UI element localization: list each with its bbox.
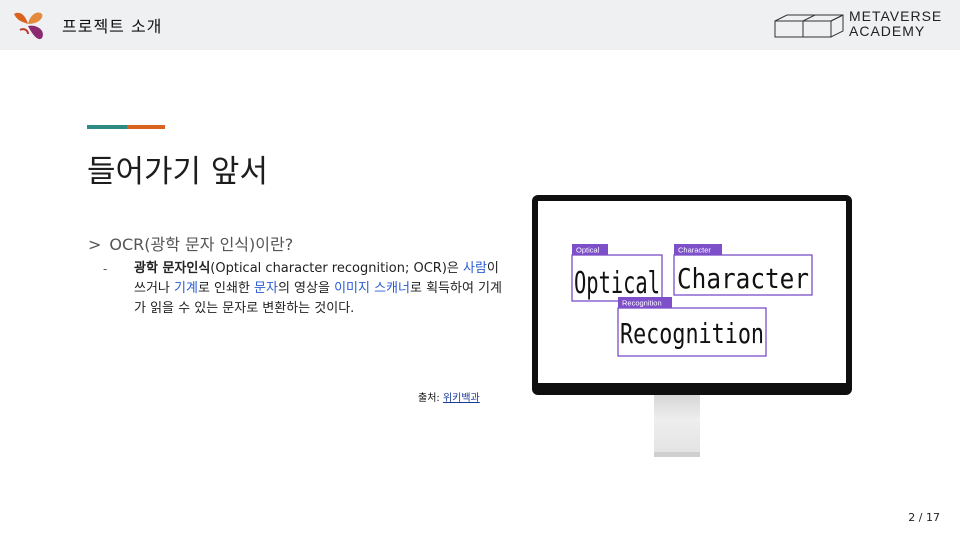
academy-cube-icon [774, 14, 844, 38]
bullet-marker: - [103, 262, 108, 276]
source-link[interactable]: 위키백과 [443, 393, 480, 404]
ocr-tag-label: Recognition [622, 299, 662, 308]
definition-part: 의 영상을 [277, 281, 335, 296]
link-person[interactable]: 사람 [463, 261, 487, 276]
ocr-word: Character [677, 262, 809, 295]
brand-line-1: METAVERSE [849, 8, 943, 24]
ocr-tag-label: Optical [576, 246, 600, 255]
link-machine[interactable]: 기계 [174, 281, 198, 296]
header-bar: 프로젝트 소개 METAVERSE ACADEMY [0, 0, 960, 50]
monitor-screen: Optical Optical Character Character Reco… [538, 201, 846, 383]
source-citation: 출처: 위키백과 [418, 389, 480, 404]
monitor-stand [654, 395, 700, 457]
question-text: OCR(광학 문자 인식)이란? [109, 235, 294, 254]
definition-part: 로 인쇄한 [197, 281, 255, 296]
source-label: 출처: [418, 393, 443, 404]
definition-part: (Optical character recognition; OCR)은 [210, 261, 463, 276]
slide-title: 들어가기 앞서 [87, 154, 268, 190]
definition-term: 광학 문자인식 [134, 261, 211, 276]
ocr-word: Optical [574, 266, 660, 301]
brand-logo: METAVERSE ACADEMY [773, 9, 948, 41]
definition-text: 광학 문자인식(Optical character recognition; O… [134, 259, 504, 319]
ocr-illustration: Optical Optical Character Character Reco… [571, 244, 813, 357]
accent-bar-teal [87, 125, 127, 129]
question-marker: > [88, 235, 102, 254]
monitor-stand-base [654, 452, 700, 457]
link-image-scanner[interactable]: 이미지 스캐너 [334, 281, 410, 296]
ocr-tag-label: Character [678, 246, 711, 255]
accent-bar-orange [127, 125, 165, 129]
section-title: 프로젝트 소개 [62, 17, 163, 36]
butterfly-logo-icon [14, 12, 43, 40]
brand-name: METAVERSE ACADEMY [849, 9, 942, 39]
link-character[interactable]: 문자 [254, 281, 278, 296]
page-number: 2 / 17 [908, 511, 940, 524]
monitor-image: Optical Optical Character Character Reco… [532, 195, 852, 395]
ocr-word: Recognition [620, 317, 764, 350]
brand-line-2: ACADEMY [849, 23, 926, 39]
question-line: > OCR(광학 문자 인식)이란? [88, 231, 293, 255]
